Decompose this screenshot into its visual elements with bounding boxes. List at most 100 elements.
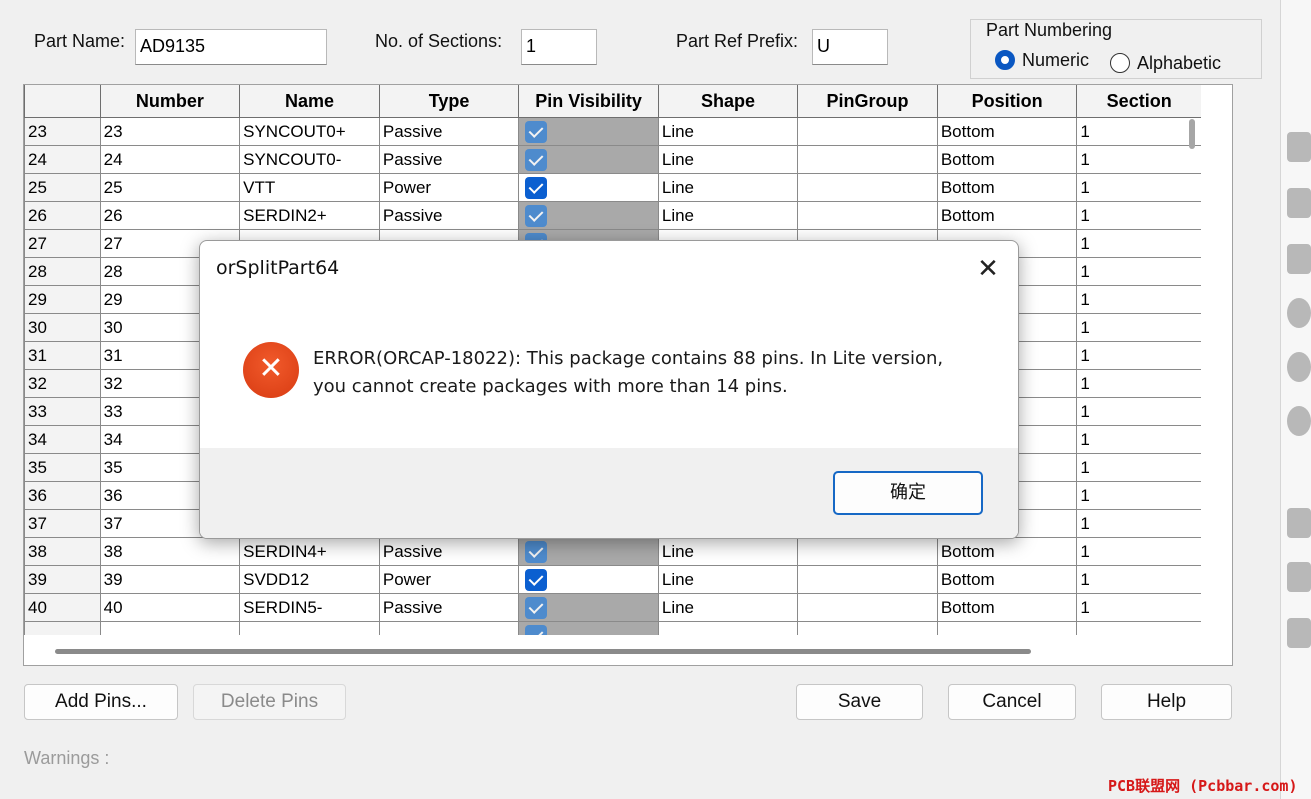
cell-number[interactable]: 26 bbox=[99, 201, 241, 230]
add-pins-button[interactable]: Add Pins... bbox=[24, 684, 178, 720]
cell-group[interactable] bbox=[797, 565, 938, 594]
column-header[interactable]: Type bbox=[378, 85, 520, 118]
pin-visibility-cell[interactable] bbox=[518, 621, 659, 635]
column-header[interactable]: Name bbox=[239, 85, 380, 118]
checkbox-icon[interactable] bbox=[525, 176, 548, 199]
table-row[interactable]: 40 40 SERDIN5- Passive Line Bottom 1 bbox=[24, 593, 1202, 622]
cell-position[interactable]: Bottom bbox=[936, 117, 1078, 146]
cell-position[interactable]: Bottom bbox=[936, 593, 1078, 622]
toolbar-icon-3[interactable] bbox=[1287, 244, 1311, 274]
cell-section[interactable]: 1 bbox=[1076, 257, 1202, 286]
pin-visibility-cell[interactable] bbox=[518, 173, 659, 202]
cancel-button[interactable]: Cancel bbox=[948, 684, 1076, 720]
row-header[interactable]: 27 bbox=[24, 229, 101, 258]
numeric-label[interactable]: Numeric bbox=[1022, 50, 1089, 71]
cell-section[interactable]: 1 bbox=[1076, 509, 1202, 538]
cell-section[interactable]: 1 bbox=[1076, 537, 1202, 566]
cell-section[interactable]: 1 bbox=[1076, 313, 1202, 342]
cell-section[interactable]: 1 bbox=[1076, 145, 1202, 174]
row-header[interactable]: 30 bbox=[24, 313, 101, 342]
toolbar-icon-2[interactable] bbox=[1287, 188, 1311, 218]
cell-section[interactable]: 1 bbox=[1076, 369, 1202, 398]
column-header[interactable]: PinGroup bbox=[797, 85, 938, 118]
cell-section[interactable]: 1 bbox=[1076, 201, 1202, 230]
cell-section[interactable]: 1 bbox=[1076, 173, 1202, 202]
toolbar-icon-8[interactable] bbox=[1287, 562, 1311, 592]
cell-shape[interactable]: Line bbox=[657, 117, 799, 146]
numeric-radio[interactable] bbox=[995, 50, 1015, 70]
cell-section[interactable]: 1 bbox=[1076, 117, 1202, 146]
column-header[interactable]: Position bbox=[936, 85, 1078, 118]
cell-name[interactable]: SVDD12 bbox=[239, 565, 380, 594]
cell-number[interactable]: 25 bbox=[99, 173, 241, 202]
row-header[interactable]: 37 bbox=[24, 509, 101, 538]
cell-name[interactable]: SYNCOUT0- bbox=[239, 145, 380, 174]
pin-visibility-cell[interactable] bbox=[518, 593, 659, 622]
row-header[interactable]: 28 bbox=[24, 257, 101, 286]
cell-number[interactable]: 40 bbox=[99, 593, 241, 622]
cell-number[interactable]: 24 bbox=[99, 145, 241, 174]
cell-group[interactable] bbox=[797, 173, 938, 202]
row-header[interactable]: 38 bbox=[24, 537, 101, 566]
help-button[interactable]: Help bbox=[1101, 684, 1232, 720]
cell-name[interactable]: SERDIN2+ bbox=[239, 201, 380, 230]
table-row[interactable] bbox=[24, 621, 1202, 635]
part-name-input[interactable]: AD9135 bbox=[135, 29, 327, 65]
cell-group[interactable] bbox=[797, 145, 938, 174]
row-header[interactable]: 33 bbox=[24, 397, 101, 426]
pin-visibility-cell[interactable] bbox=[518, 537, 659, 566]
pin-visibility-cell[interactable] bbox=[518, 117, 659, 146]
cell-number[interactable]: 23 bbox=[99, 117, 241, 146]
cell-group[interactable] bbox=[797, 117, 938, 146]
cell-number[interactable]: 39 bbox=[99, 565, 241, 594]
cell-section[interactable]: 1 bbox=[1076, 593, 1202, 622]
cell-section[interactable]: 1 bbox=[1076, 229, 1202, 258]
ok-button[interactable]: 确定 bbox=[833, 471, 983, 515]
alphabetic-label[interactable]: Alphabetic bbox=[1137, 53, 1221, 74]
home-icon[interactable] bbox=[1287, 618, 1311, 648]
row-header[interactable]: 34 bbox=[24, 425, 101, 454]
table-row[interactable]: 24 24 SYNCOUT0- Passive Line Bottom 1 bbox=[24, 145, 1202, 174]
cell-position[interactable] bbox=[936, 621, 1078, 635]
cell-shape[interactable]: Line bbox=[657, 593, 799, 622]
row-header[interactable] bbox=[24, 621, 101, 635]
save-button[interactable]: Save bbox=[796, 684, 923, 720]
cell-name[interactable]: SERDIN4+ bbox=[239, 537, 380, 566]
cell-section[interactable]: 1 bbox=[1076, 341, 1202, 370]
column-header[interactable]: Pin Visibility bbox=[518, 85, 659, 118]
pin-visibility-cell[interactable] bbox=[518, 565, 659, 594]
cell-type[interactable]: Power bbox=[378, 173, 520, 202]
row-header[interactable]: 23 bbox=[24, 117, 101, 146]
checkbox-icon[interactable] bbox=[525, 568, 548, 591]
close-icon[interactable]: ✕ bbox=[972, 253, 1004, 285]
cell-type[interactable] bbox=[378, 621, 520, 635]
toolbar-icon-6[interactable] bbox=[1287, 406, 1311, 436]
cell-shape[interactable]: Line bbox=[657, 201, 799, 230]
vertical-scrollbar[interactable] bbox=[1189, 85, 1232, 635]
toolbar-icon-4[interactable] bbox=[1287, 298, 1311, 328]
horizontal-scroll-thumb[interactable] bbox=[55, 649, 1031, 654]
cell-position[interactable]: Bottom bbox=[936, 201, 1078, 230]
cell-name[interactable] bbox=[239, 621, 380, 635]
cell-shape[interactable] bbox=[657, 621, 799, 635]
cell-shape[interactable]: Line bbox=[657, 145, 799, 174]
cell-section[interactable]: 1 bbox=[1076, 453, 1202, 482]
toolbar-icon-7[interactable] bbox=[1287, 508, 1311, 538]
cell-name[interactable]: SERDIN5- bbox=[239, 593, 380, 622]
cell-number[interactable]: 38 bbox=[99, 537, 241, 566]
cell-section[interactable]: 1 bbox=[1076, 285, 1202, 314]
pin-visibility-cell[interactable] bbox=[518, 201, 659, 230]
column-header[interactable]: Shape bbox=[657, 85, 799, 118]
cell-type[interactable]: Passive bbox=[378, 593, 520, 622]
column-header[interactable]: Section bbox=[1076, 85, 1202, 118]
cell-position[interactable]: Bottom bbox=[936, 145, 1078, 174]
cell-name[interactable]: VTT bbox=[239, 173, 380, 202]
prefix-input[interactable]: U bbox=[812, 29, 888, 65]
alphabetic-radio[interactable] bbox=[1110, 53, 1130, 73]
cell-section[interactable]: 1 bbox=[1076, 425, 1202, 454]
cell-shape[interactable]: Line bbox=[657, 173, 799, 202]
cell-shape[interactable]: Line bbox=[657, 537, 799, 566]
checkbox-icon[interactable] bbox=[525, 596, 548, 619]
cell-group[interactable] bbox=[797, 201, 938, 230]
cell-number[interactable] bbox=[99, 621, 241, 635]
